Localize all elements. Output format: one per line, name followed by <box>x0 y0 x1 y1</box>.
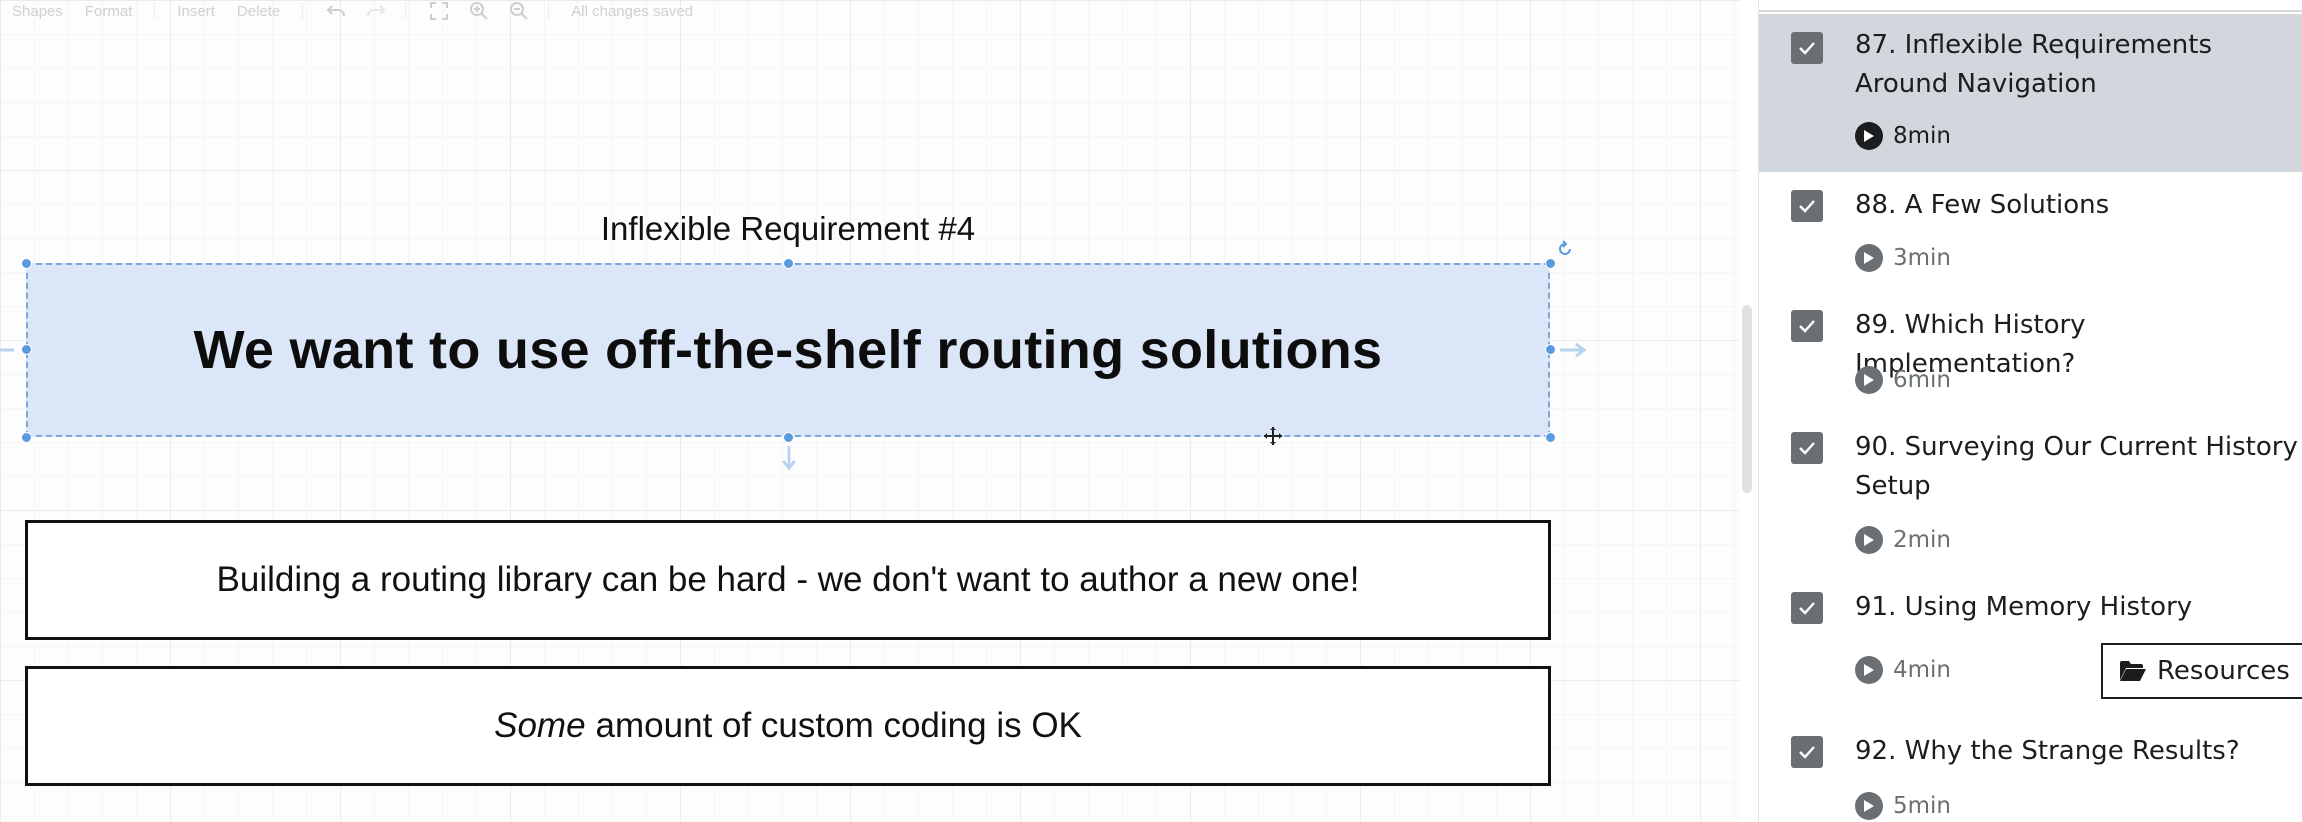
save-status: All changes saved <box>571 2 694 20</box>
duration-text: 6min <box>1893 367 1952 393</box>
delete-button[interactable]: Delete <box>237 3 280 20</box>
redo-icon[interactable] <box>365 0 387 22</box>
diagram-canvas[interactable]: Shapes Format Insert Delete All changes … <box>0 0 1740 822</box>
connect-arrow-right-icon[interactable] <box>1560 342 1590 358</box>
duration-text: 4min <box>1893 657 1952 683</box>
canvas-scrollbar[interactable] <box>1742 305 1752 493</box>
resources-label: Resources <box>2157 656 2290 686</box>
zoom-in-icon[interactable] <box>468 0 490 22</box>
format-menu[interactable]: Format <box>85 3 133 20</box>
play-icon <box>1855 526 1883 554</box>
completed-checkbox[interactable] <box>1791 736 1823 768</box>
lecture-item-88[interactable]: 88. A Few Solutions 3min <box>1759 172 2302 292</box>
resize-handle-n[interactable] <box>783 258 794 269</box>
zoom-out-icon[interactable] <box>508 0 530 22</box>
completed-checkbox[interactable] <box>1791 190 1823 222</box>
requirement-detail-box[interactable]: Building a routing library can be hard -… <box>25 520 1551 640</box>
play-icon <box>1855 122 1883 150</box>
lecture-duration: 5min <box>1855 792 1951 820</box>
lecture-title: 87. Inflexible Requirements Around Navig… <box>1855 30 2213 99</box>
connect-arrow-left-icon[interactable] <box>0 342 16 358</box>
toolbar-divider <box>405 3 407 19</box>
completed-checkbox[interactable] <box>1791 592 1823 624</box>
sidebar-header-edge <box>1759 0 2302 12</box>
duration-text: 3min <box>1893 245 1952 271</box>
completed-checkbox[interactable] <box>1791 310 1823 342</box>
rotate-icon[interactable] <box>1556 240 1574 258</box>
requirement-text: We want to use off-the-shelf routing sol… <box>193 320 1383 380</box>
folder-open-icon <box>2120 661 2146 681</box>
toolbar-divider <box>302 3 304 19</box>
fullscreen-icon[interactable] <box>428 0 450 22</box>
resize-handle-nw[interactable] <box>21 258 32 269</box>
lecture-title: 90. Surveying Our Current History Setup <box>1855 432 2298 501</box>
shapes-menu[interactable]: Shapes <box>12 3 63 20</box>
resize-handle-e[interactable] <box>1545 344 1556 355</box>
emphasis-text: Some <box>494 706 586 745</box>
play-icon <box>1855 366 1883 394</box>
completed-checkbox[interactable] <box>1791 32 1823 64</box>
resize-handle-ne[interactable] <box>1545 258 1556 269</box>
resize-handle-sw[interactable] <box>21 432 32 443</box>
play-icon <box>1855 792 1883 820</box>
duration-text: 8min <box>1893 123 1952 149</box>
diagram-title[interactable]: Inflexible Requirement #4 <box>568 210 1008 248</box>
lecture-duration: 8min <box>1855 122 1951 150</box>
undo-icon[interactable] <box>325 0 347 22</box>
toolbar-divider <box>548 3 550 19</box>
requirement-note-box[interactable]: Some amount of custom coding is OK <box>25 666 1551 786</box>
insert-menu[interactable]: Insert <box>177 3 215 20</box>
play-icon <box>1855 656 1883 684</box>
lecture-title: 91. Using Memory History <box>1855 592 2193 622</box>
note-text: amount of custom coding is OK <box>595 706 1082 745</box>
lecture-duration: 6min <box>1855 366 1951 394</box>
lecture-title: 92. Why the Strange Results? <box>1855 736 2240 766</box>
lecture-duration: 4min <box>1855 656 1951 684</box>
play-icon <box>1855 244 1883 272</box>
lecture-item-92[interactable]: 92. Why the Strange Results? 5min <box>1759 716 2302 822</box>
toolbar-divider <box>154 3 156 19</box>
lecture-duration: 2min <box>1855 526 1951 554</box>
duration-text: 2min <box>1893 527 1952 553</box>
detail-text: Building a routing library can be hard -… <box>216 560 1360 599</box>
lecture-item-87[interactable]: 87. Inflexible Requirements Around Navig… <box>1759 14 2302 172</box>
resize-handle-s[interactable] <box>783 432 794 443</box>
duration-text: 5min <box>1893 793 1952 819</box>
lecture-duration: 3min <box>1855 244 1951 272</box>
connect-arrow-down-icon[interactable] <box>781 446 797 474</box>
resize-handle-se[interactable] <box>1545 432 1556 443</box>
course-content-sidebar: 87. Inflexible Requirements Around Navig… <box>1758 0 2302 822</box>
lecture-item-90[interactable]: 90. Surveying Our Current History Setup … <box>1759 412 2302 572</box>
editor-toolbar: Shapes Format Insert Delete All changes … <box>0 0 1740 22</box>
lecture-item-89[interactable]: 89. Which History Implementation? 6min <box>1759 292 2302 412</box>
completed-checkbox[interactable] <box>1791 432 1823 464</box>
resize-handle-w[interactable] <box>21 344 32 355</box>
lecture-title: 88. A Few Solutions <box>1855 190 2110 220</box>
move-cursor-icon <box>1264 427 1282 445</box>
selected-requirement-box[interactable]: We want to use off-the-shelf routing sol… <box>26 263 1550 437</box>
resources-button[interactable]: Resources <box>2101 643 2302 699</box>
